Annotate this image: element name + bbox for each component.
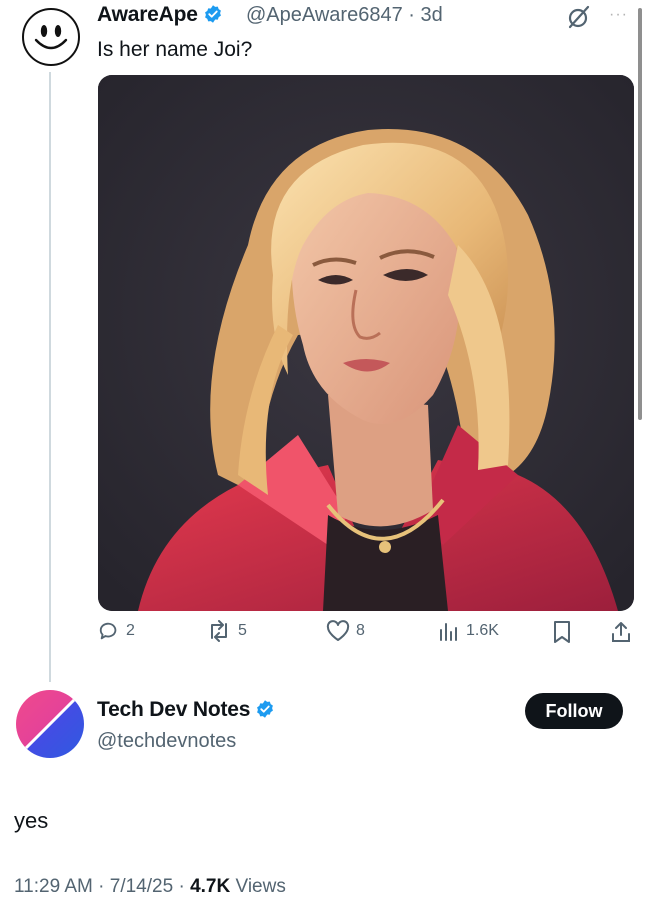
tweet-meta: 11:29 AM · 7/14/25 · 4.7K Views [14, 876, 286, 898]
follow-button[interactable]: Follow [525, 693, 623, 729]
bar-chart-icon [440, 623, 457, 641]
tweet-date[interactable]: 7/14/25 [110, 876, 173, 897]
bookmark-button[interactable] [552, 620, 572, 644]
like-count: 8 [356, 622, 365, 639]
diagonal-split-logo-icon [16, 690, 84, 758]
meta-separator: · [92, 876, 110, 897]
repost-arrows-icon [211, 620, 227, 642]
share-upload-icon [612, 622, 630, 642]
portrait-illustration [98, 75, 634, 611]
parent-handle-and-age: @ApeAware6847 · 3d [246, 4, 443, 27]
avatar-techdevnotes[interactable] [16, 690, 84, 758]
repost-count: 5 [238, 622, 247, 639]
parent-author-display-name[interactable]: AwareApe [97, 3, 198, 26]
avatar-awareape[interactable] [22, 8, 80, 66]
author-name[interactable]: Tech Dev Notes [97, 698, 275, 725]
author-handle[interactable]: @techdevnotes [97, 730, 236, 753]
reply-button[interactable]: 2 [98, 620, 135, 642]
reply-bubble-icon [99, 622, 117, 640]
share-button[interactable] [610, 620, 632, 644]
parent-tweet-text: Is her name Joi? [97, 38, 253, 61]
main-tweet-text: yes [14, 808, 49, 833]
more-options-icon[interactable]: ··· [609, 6, 628, 24]
tweet-action-bar: 2 5 8 1.6K [98, 620, 634, 654]
reply-count: 2 [126, 622, 135, 639]
views-total: 4.7K [190, 876, 231, 897]
views-count: 1.6K [466, 622, 499, 639]
views-label: Views [235, 876, 286, 897]
scrollbar-thumb[interactable] [638, 8, 642, 420]
views-button[interactable]: 1.6K [438, 620, 499, 642]
grok-slash-icon[interactable] [566, 4, 592, 30]
thread-connector-line [49, 72, 51, 682]
meta-separator: · [173, 876, 191, 897]
bookmark-icon [554, 621, 570, 643]
verified-badge-icon [255, 699, 275, 725]
parent-handle[interactable]: @ApeAware6847 [246, 4, 403, 26]
tweet-media-image[interactable] [98, 75, 634, 611]
like-button[interactable]: 8 [326, 620, 365, 642]
heart-icon [326, 620, 350, 641]
tweet-time[interactable]: 11:29 AM [14, 876, 93, 897]
repost-button[interactable]: 5 [206, 620, 247, 642]
parent-author-name[interactable]: AwareApe [97, 3, 223, 30]
meta-separator: · [402, 4, 421, 26]
author-display-name[interactable]: Tech Dev Notes [97, 698, 250, 721]
parent-age[interactable]: 3d [421, 4, 443, 26]
smiley-face-icon [34, 25, 68, 50]
verified-badge-icon [203, 4, 223, 30]
